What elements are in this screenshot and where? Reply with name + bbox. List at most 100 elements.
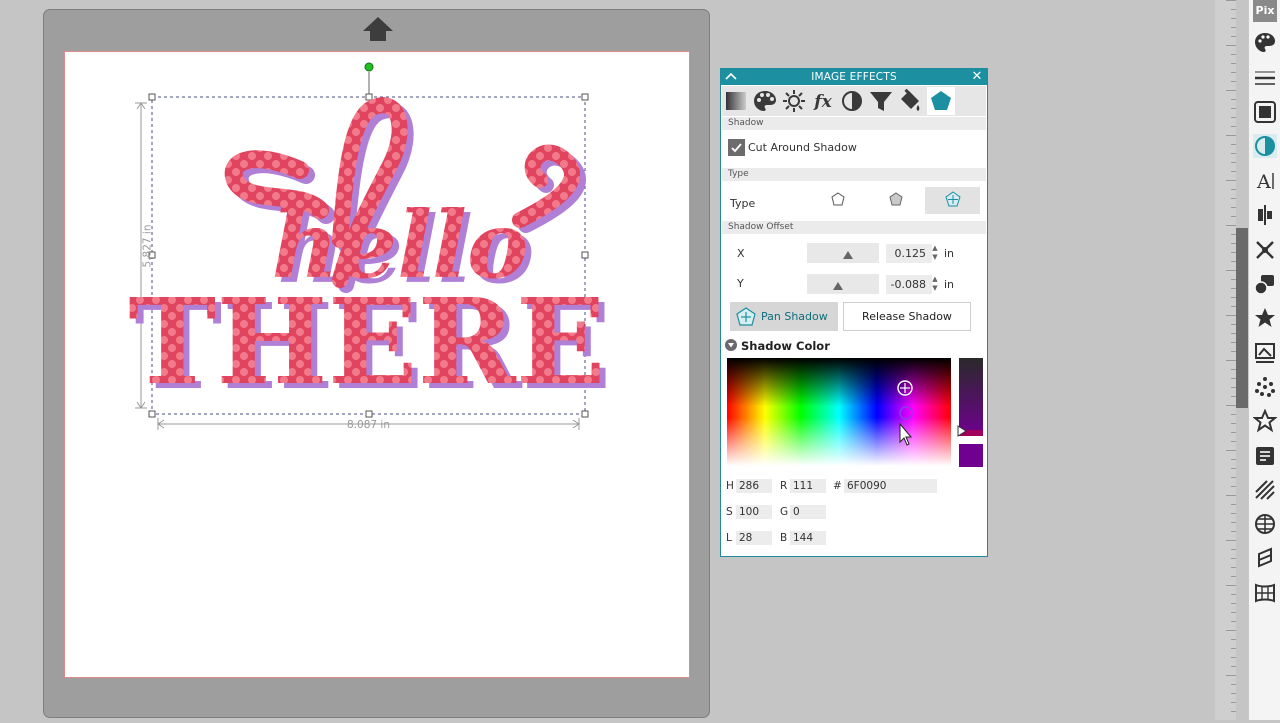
cut-around-shadow-checkbox[interactable] [728, 139, 745, 156]
design-store-button[interactable] [1252, 408, 1278, 433]
fill-panel-button[interactable] [1253, 31, 1277, 55]
rotate-handle[interactable] [364, 62, 374, 72]
type-outline-pentagon-button[interactable] [811, 187, 866, 214]
resize-handle-bm[interactable] [365, 410, 373, 418]
line-style-button[interactable] [1253, 66, 1277, 90]
slider-thumb-icon [843, 251, 853, 259]
offset-y-slider[interactable] [807, 274, 879, 294]
tab-palette[interactable] [751, 87, 779, 115]
offset-button[interactable] [1253, 512, 1277, 536]
s-input[interactable]: 100 [736, 505, 772, 519]
align-button[interactable] [1253, 203, 1277, 227]
star-badge-icon [1255, 308, 1275, 327]
outline-pentagon-icon [831, 192, 845, 206]
replicate-button[interactable] [1253, 272, 1277, 296]
shadow-color-header[interactable]: Shadow Color [725, 339, 830, 353]
design-page[interactable] [64, 51, 690, 678]
svg-text:A: A [1256, 171, 1271, 193]
tab-gradient[interactable] [722, 87, 750, 115]
fx-icon: fx [813, 92, 832, 112]
offset-y-input[interactable]: -0.088 [886, 275, 932, 294]
ruler-ticks [1226, 0, 1236, 712]
replicate-icon [1254, 275, 1274, 295]
resize-handle-tl[interactable] [148, 93, 156, 101]
type-filled-pentagon-button[interactable] [868, 187, 923, 214]
brightness-icon [783, 90, 805, 112]
r-input[interactable]: 111 [790, 479, 826, 493]
nesting-button[interactable] [1253, 546, 1277, 570]
pixscan-button[interactable]: Pix [1253, 0, 1277, 22]
dots-pattern-icon [1255, 377, 1275, 397]
tab-filter[interactable] [867, 87, 895, 115]
filled-pentagon-icon [889, 192, 903, 206]
trace-icon [1255, 343, 1275, 363]
offset-x-slider[interactable] [807, 243, 879, 263]
text-style-button[interactable]: A [1253, 169, 1277, 193]
vertical-ruler [1215, 0, 1236, 720]
tab-paint-bucket[interactable] [896, 87, 924, 115]
tab-contrast[interactable] [838, 87, 866, 115]
panel-title-bar[interactable]: IMAGE EFFECTS ✕ [721, 69, 987, 85]
release-shadow-button[interactable]: Release Shadow [843, 302, 971, 331]
modify-button[interactable] [1253, 306, 1277, 330]
cut-around-shadow-label: Cut Around Shadow [748, 141, 857, 154]
color-spectrum-picker[interactable] [727, 358, 951, 466]
palette-icon [1255, 33, 1275, 52]
lines-icon [1255, 71, 1275, 85]
b-label: B [780, 532, 788, 544]
transform-button[interactable] [1253, 238, 1277, 262]
section-shadow: Shadow [722, 117, 986, 130]
resize-handle-mr[interactable] [581, 251, 589, 259]
panel-title: IMAGE EFFECTS [811, 71, 897, 83]
slider-thumb-icon [833, 282, 843, 290]
image-effects-button[interactable] [1253, 100, 1277, 124]
offset-y-label: Y [737, 277, 744, 290]
tab-fx[interactable]: fx [809, 87, 837, 115]
gradient-icon [726, 92, 746, 110]
resize-handle-br[interactable] [581, 410, 589, 418]
load-mat-arrow-icon[interactable] [362, 16, 394, 42]
b-input[interactable]: 144 [790, 531, 826, 545]
transform-icon [1256, 241, 1274, 259]
library-icon [1256, 447, 1274, 465]
tab-shadow[interactable] [927, 87, 955, 115]
sketch-button[interactable] [1253, 375, 1277, 399]
pan-pentagon-icon [736, 307, 756, 326]
hatch-icon [1255, 480, 1275, 500]
cutting-mat [43, 9, 710, 718]
effects-tab-bar: fx [722, 86, 986, 116]
hex-input[interactable]: 6F0090 [844, 479, 937, 493]
tab-brightness[interactable] [780, 87, 808, 115]
resize-handle-tr[interactable] [581, 93, 589, 101]
offset-x-unit: in [944, 247, 955, 260]
trace-button[interactable] [1253, 341, 1277, 365]
width-dimension-label: 8.087 in [347, 419, 390, 431]
vertical-scrollbar-thumb[interactable] [1236, 228, 1248, 408]
pan-shadow-button[interactable]: Pan Shadow [730, 302, 838, 331]
offset-y-spinner[interactable]: ▲ ▼ [931, 275, 939, 295]
resize-handle-tm[interactable] [365, 93, 373, 101]
h-input[interactable]: 286 [736, 479, 772, 493]
offset-x-spinner[interactable]: ▲ ▼ [931, 244, 939, 264]
image-effects-active-button[interactable] [1253, 134, 1277, 158]
svg-text:fx: fx [813, 92, 832, 112]
library-button[interactable] [1253, 444, 1277, 468]
resize-handle-bl[interactable] [148, 410, 156, 418]
filter-icon [870, 92, 892, 111]
lightness-pointer-icon [957, 425, 967, 437]
g-input[interactable]: 0 [790, 505, 826, 519]
section-shadow-offset: Shadow Offset [722, 221, 986, 234]
image-frame-icon [1254, 101, 1276, 123]
offset-x-input[interactable]: 0.125 [886, 244, 932, 263]
collapse-panel-icon[interactable] [724, 69, 738, 85]
contrast-icon [1255, 136, 1275, 156]
shadow-color-title: Shadow Color [741, 339, 830, 353]
warp-button[interactable] [1253, 581, 1277, 605]
fill-pattern-button[interactable] [1253, 478, 1277, 502]
h-label: H [726, 480, 734, 492]
star-outline-icon [1252, 408, 1278, 433]
l-input[interactable]: 28 [736, 531, 772, 545]
type-pan-pentagon-button[interactable] [925, 187, 980, 214]
close-panel-icon[interactable]: ✕ [971, 69, 983, 85]
offset-x-label: X [737, 247, 745, 260]
